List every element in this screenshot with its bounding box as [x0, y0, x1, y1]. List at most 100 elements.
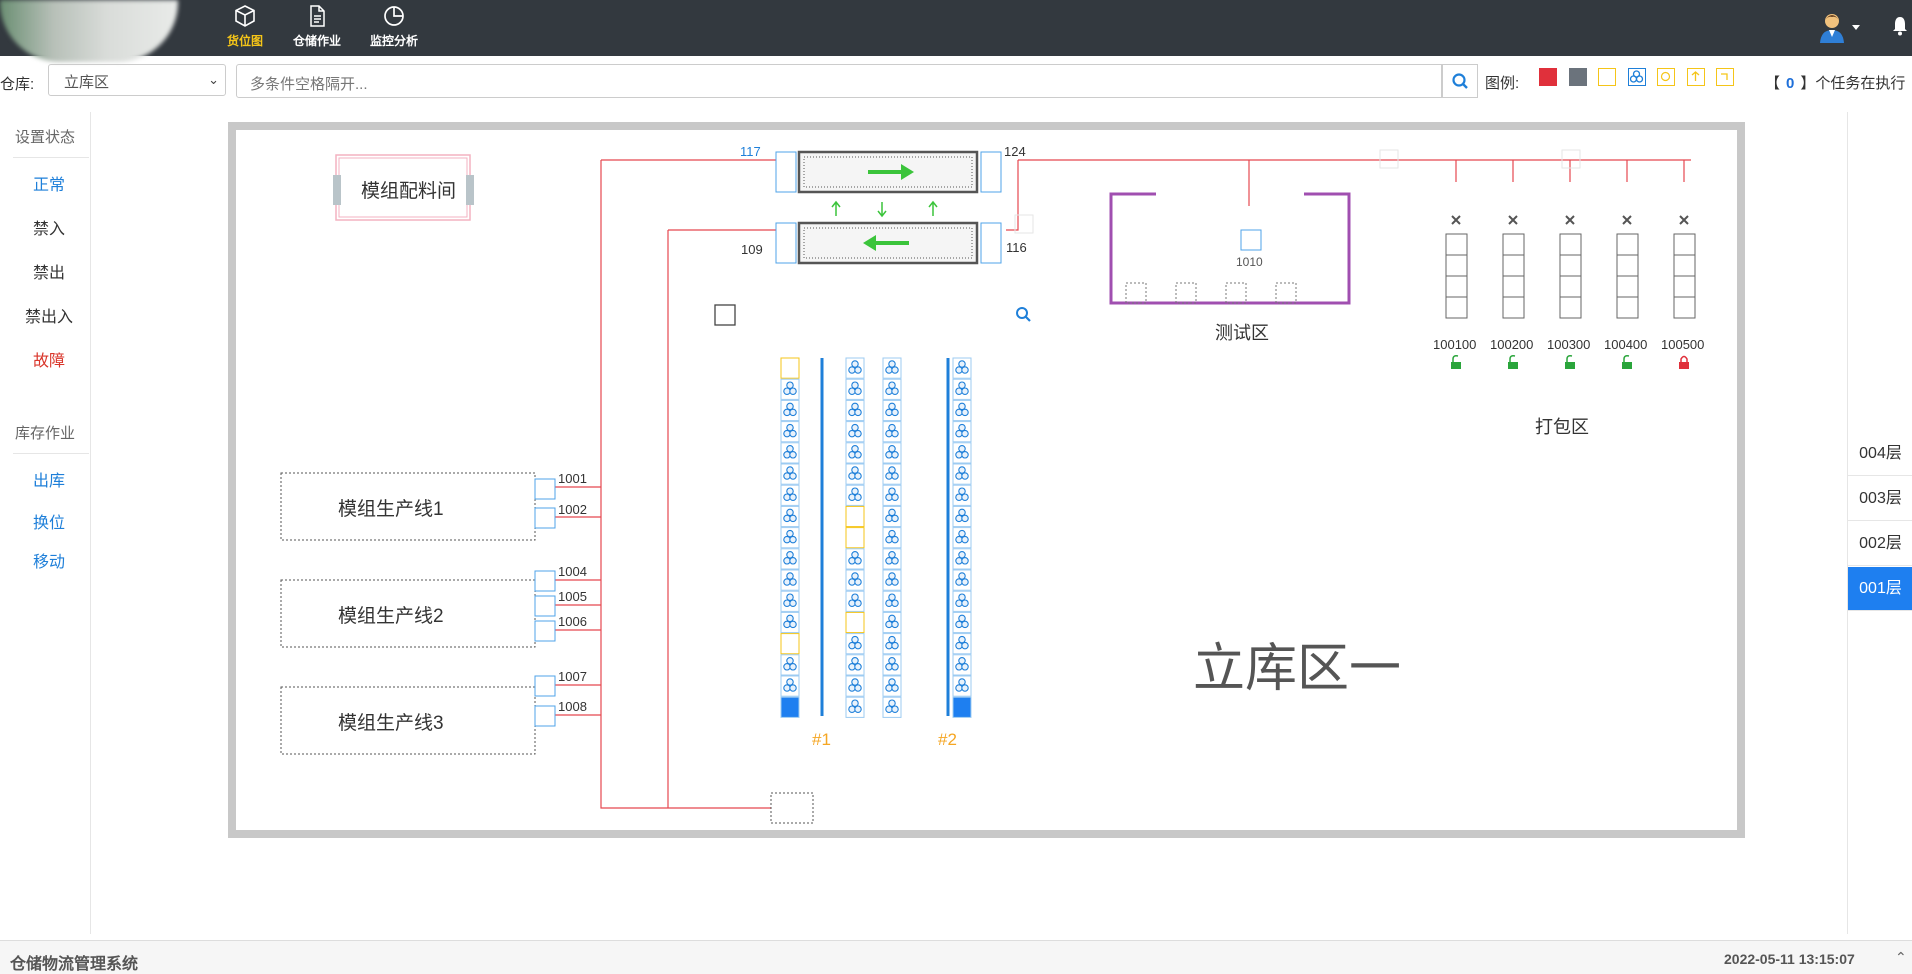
status-no-in-out[interactable]: 禁出入	[0, 303, 98, 327]
port-label: 1008	[558, 699, 587, 714]
floor-003[interactable]: 003层	[1848, 477, 1912, 521]
rack-cell[interactable]	[845, 611, 865, 634]
nav-label: 仓储作业	[292, 34, 341, 48]
nav-label: 货位图	[226, 34, 263, 48]
prep-room-label: 模组配料间	[361, 181, 457, 202]
rack-cell[interactable]	[780, 633, 800, 655]
close-icon	[1451, 215, 1689, 225]
app-logo	[0, 0, 178, 62]
legend-stocked-icon	[1628, 68, 1646, 86]
nav-monitor-analysis[interactable]: 监控分析	[362, 4, 426, 49]
test-zone-outline[interactable]	[1109, 192, 1351, 305]
conveyor-port-label: 124	[1004, 144, 1026, 159]
floor-001[interactable]: 001层	[1848, 567, 1912, 611]
pack-slot-label: 100400	[1604, 337, 1648, 352]
flow-arrows	[831, 200, 938, 218]
map-search-icon[interactable]	[1016, 307, 1031, 322]
datetime-display: 2022-05-11 13:15:07	[1724, 951, 1855, 967]
rack-cell[interactable]	[845, 505, 865, 528]
system-name: 仓储物流管理系统	[10, 956, 139, 973]
op-swap-location[interactable]: 换位	[0, 509, 98, 533]
port-label: 1007	[558, 669, 587, 684]
status-section-header: 设置状态	[14, 129, 75, 146]
toolbar: 仓库: 立库区 ⌄ 多条件空格隔开... 图例: 【 0 】个任务在执行	[0, 62, 1912, 100]
pack-slot-label: 100500	[1661, 337, 1705, 352]
search-button[interactable]	[1442, 64, 1478, 98]
divider	[13, 453, 89, 454]
conveyor-upper[interactable]	[797, 150, 979, 194]
conveyor-port-label: 117	[740, 144, 761, 159]
pack-zone-slots[interactable]	[1445, 233, 1696, 319]
pack-slot-label: 100300	[1547, 337, 1591, 352]
select-all-checkbox[interactable]	[714, 304, 736, 326]
port-label: 1002	[558, 502, 587, 517]
test-port-label: 1010	[1236, 255, 1263, 269]
test-zone-label: 测试区	[1215, 323, 1269, 343]
production-line-1-label: 模组生产线1	[338, 499, 444, 520]
port-label: 1004	[558, 564, 587, 579]
production-line-3-label: 模组生产线3	[338, 713, 444, 734]
map-drawing	[280, 149, 1696, 824]
production-line-2-label: 模组生产线2	[338, 606, 444, 627]
aisle-label: #2	[938, 730, 957, 749]
chevron-up-icon[interactable]: ⌃	[1895, 949, 1907, 966]
task-suffix: 】个任务在执行	[1800, 75, 1906, 92]
legend-inbound-icon	[1687, 68, 1705, 86]
floor-002[interactable]: 002层	[1848, 522, 1912, 566]
lock-icon	[1679, 355, 1689, 369]
document-icon	[310, 5, 325, 27]
rack-cell[interactable]	[952, 696, 972, 718]
warehouse-selected-value: 立库区	[64, 74, 110, 91]
running-task-counter: 【 0 】个任务在执行	[1765, 72, 1905, 93]
op-outbound[interactable]: 出库	[0, 467, 98, 491]
ops-section-header: 库存作业	[14, 425, 75, 442]
search-placeholder: 多条件空格隔开...	[250, 76, 368, 93]
user-menu[interactable]	[1818, 12, 1864, 49]
warehouse-label: 仓库:	[0, 76, 35, 93]
conveyor-port-label: 109	[741, 242, 763, 257]
divider	[13, 157, 89, 158]
legend-empty-swatch	[1598, 68, 1616, 86]
rack-cell[interactable]	[845, 527, 865, 549]
op-move[interactable]: 移动	[0, 548, 98, 572]
aisle-label: #1	[812, 730, 831, 749]
floor-selector: 004层 003层 002层 001层	[1847, 112, 1912, 934]
search-icon	[1452, 73, 1468, 89]
conveyor-port-label: 116	[1006, 240, 1027, 255]
legend-label: 图例:	[1485, 75, 1520, 92]
task-prefix: 【	[1765, 75, 1781, 92]
status-no-outbound[interactable]: 禁出	[0, 259, 98, 283]
status-fault[interactable]: 故障	[0, 347, 98, 371]
user-avatar-icon	[1820, 14, 1860, 43]
rack-cell[interactable]	[780, 357, 800, 379]
storage-racks[interactable]	[780, 357, 972, 718]
nav-warehouse-ops[interactable]: 仓储作业	[285, 4, 349, 49]
legend-partial-icon	[1657, 68, 1675, 86]
port-label: 1001	[558, 471, 587, 486]
pack-slot-label: 100200	[1490, 337, 1534, 352]
warehouse-select[interactable]: 立库区 ⌄	[48, 64, 226, 96]
unlock-icon	[1451, 355, 1632, 369]
status-bar: 仓储物流管理系统 2022-05-11 13:15:07 ⌃	[0, 940, 1912, 974]
bottom-port[interactable]	[770, 792, 814, 824]
conveyor-lower[interactable]	[797, 221, 979, 265]
search-input[interactable]: 多条件空格隔开...	[236, 64, 1442, 98]
zone-title: 立库区一	[1193, 640, 1402, 698]
task-count: 0	[1786, 75, 1795, 92]
legend-fault-swatch	[1539, 68, 1557, 86]
port-label: 1005	[558, 589, 587, 604]
pack-zone-label: 打包区	[1535, 417, 1589, 437]
nav-label: 监控分析	[369, 34, 418, 48]
floor-004[interactable]: 004层	[1848, 432, 1912, 476]
pack-slot-label: 100100	[1433, 337, 1477, 352]
status-no-inbound[interactable]: 禁入	[0, 215, 98, 239]
nav-location-map[interactable]: 货位图	[213, 4, 277, 49]
rack-cell[interactable]	[780, 696, 800, 718]
chevron-down-icon: ⌄	[208, 72, 219, 87]
box-icon	[235, 5, 255, 27]
notification-bell-icon[interactable]	[1892, 16, 1908, 41]
top-nav-bar: 货位图 仓储作业 监控分析	[0, 0, 1912, 62]
legend-outbound-icon	[1716, 68, 1734, 86]
port-label: 1006	[558, 614, 587, 629]
status-normal[interactable]: 正常	[0, 171, 98, 195]
